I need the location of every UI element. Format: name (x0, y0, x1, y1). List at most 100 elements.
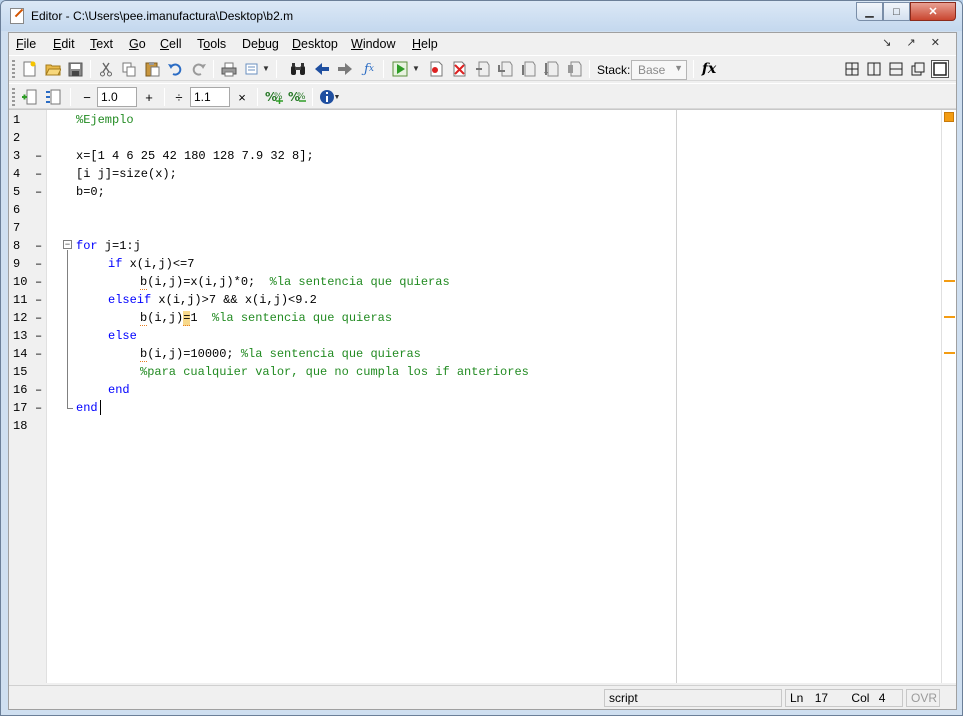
file-type-status: script (604, 689, 782, 707)
back-arrow-icon[interactable] (313, 60, 331, 78)
find-binoculars-icon[interactable] (289, 60, 307, 78)
fx-icon[interactable]: fx (698, 60, 720, 78)
divide-button[interactable]: ÷ (170, 88, 188, 106)
code-line-3[interactable]: x=[1 4 6 25 42 180 128 7.9 32 8]; (9, 147, 939, 165)
toolbar-separator (276, 60, 277, 78)
step-in-icon[interactable] (496, 60, 514, 78)
window-controls: ▁ □ ✕ (856, 2, 956, 21)
increment-button[interactable]: + (140, 88, 158, 106)
line-number-row[interactable]: 2 (9, 129, 939, 147)
warning-marker[interactable] (944, 316, 955, 318)
multiply-button[interactable]: × (233, 88, 251, 106)
save-icon[interactable] (66, 60, 84, 78)
continue-icon[interactable] (542, 60, 560, 78)
toolbar-separator (312, 88, 313, 106)
menu-debug[interactable]: Debug (242, 37, 279, 51)
exit-debug-icon[interactable] (565, 60, 583, 78)
redo-icon[interactable] (189, 60, 207, 78)
tile-grid-icon[interactable] (843, 60, 861, 78)
line-number-row[interactable]: 6 (9, 201, 939, 219)
code-line-13[interactable]: else (9, 327, 939, 345)
toolbar-separator (693, 60, 694, 78)
menu-text[interactable]: Text (90, 37, 113, 51)
toolbar-separator (257, 88, 258, 106)
menu-go[interactable]: Go (129, 37, 146, 51)
toolbar-separator (383, 60, 384, 78)
function-fx-icon[interactable]: ƒx (359, 60, 379, 78)
code-line-15[interactable]: %para cualquier valor, que no cumpla los… (9, 363, 939, 381)
cell-evaluate-icon[interactable] (44, 88, 62, 106)
dock-controls[interactable]: ↘ ↗ ✕ (882, 36, 946, 49)
code-line-1[interactable]: %Ejemplo (9, 111, 939, 129)
cut-icon[interactable] (97, 60, 115, 78)
decrement-value-input[interactable] (97, 87, 137, 107)
menu-window[interactable]: Window (351, 37, 395, 51)
split-vertical-icon[interactable] (865, 60, 883, 78)
line-number: 2 (13, 131, 21, 145)
line-number: 7 (13, 221, 21, 235)
menu-cell[interactable]: Cell (160, 37, 182, 51)
line-number-row[interactable]: 18 (9, 417, 939, 435)
menu-tools[interactable]: Tools (197, 37, 226, 51)
clear-breakpoints-icon[interactable] (450, 60, 468, 78)
cell-toolbar: − + ÷ × %% %% ▼ (9, 83, 956, 109)
toolbar-grip[interactable] (12, 88, 15, 106)
new-file-icon[interactable] (20, 60, 38, 78)
chevron-down-icon[interactable]: ▼ (411, 60, 421, 78)
toolbar-separator (70, 88, 71, 106)
undo-icon[interactable] (166, 60, 184, 78)
line-number: 6 (13, 203, 21, 217)
line-number-row[interactable]: 7 (9, 219, 939, 237)
code-line-8[interactable]: for j=1:j (9, 237, 939, 255)
menu-desktop[interactable]: Desktop (292, 37, 338, 51)
print-icon[interactable] (220, 60, 238, 78)
menu-file[interactable]: File (16, 37, 36, 51)
set-breakpoint-icon[interactable] (427, 60, 445, 78)
maximize-document-icon[interactable] (931, 60, 949, 78)
open-folder-icon[interactable] (44, 60, 62, 78)
decrement-button[interactable]: − (78, 88, 96, 106)
vertical-scrollbar[interactable] (941, 110, 956, 683)
paste-icon[interactable] (143, 60, 161, 78)
menu-help[interactable]: Help (412, 37, 438, 51)
insert-cell-divider-icon[interactable] (20, 88, 38, 106)
toolbar-grip[interactable] (12, 60, 15, 78)
code-line-11[interactable]: elseif x(i,j)>7 && x(i,j)<9.2 (9, 291, 939, 309)
line-number: 18 (13, 419, 28, 433)
step-icon[interactable] (473, 60, 491, 78)
float-document-icon[interactable] (909, 60, 927, 78)
code-line-4[interactable]: [i j]=size(x); (9, 165, 939, 183)
maximize-button[interactable]: □ (883, 2, 910, 21)
code-line-5[interactable]: b=0; (9, 183, 939, 201)
toolbar-separator (589, 60, 590, 78)
split-horizontal-icon[interactable] (887, 60, 905, 78)
minimize-button[interactable]: ▁ (856, 2, 883, 21)
warning-status-icon[interactable] (944, 112, 954, 122)
editor-app-icon (10, 8, 24, 24)
stack-select[interactable]: Base ▼ (631, 60, 687, 80)
code-line-16[interactable]: end (9, 381, 939, 399)
close-button[interactable]: ✕ (910, 2, 956, 21)
comment-percent-icon[interactable]: %% (264, 88, 284, 106)
code-editor[interactable]: 1 2 3–4–5–6 7 8–9–10–11–12–13–14–15 16–17–18 … (9, 109, 956, 683)
step-out-icon[interactable] (519, 60, 537, 78)
run-icon[interactable] (391, 60, 409, 78)
cursor-position-status: Ln 17 Col 4 (785, 689, 903, 707)
chevron-down-icon[interactable]: ▼ (333, 88, 341, 106)
copy-icon[interactable] (120, 60, 138, 78)
code-line-9[interactable]: if x(i,j)<=7 (9, 255, 939, 273)
forward-arrow-icon[interactable] (336, 60, 354, 78)
uncomment-percent-icon[interactable]: %% (287, 88, 307, 106)
code-line-17[interactable]: end (9, 399, 939, 417)
chevron-down-icon[interactable]: ▼ (261, 60, 271, 78)
divide-value-input[interactable] (190, 87, 230, 107)
toolbar-separator (164, 88, 165, 106)
code-line-12[interactable]: b(i,j)=1 %la sentencia que quieras (9, 309, 939, 327)
title-bar: Editor - C:\Users\pee.imanufactura\Deskt… (1, 1, 962, 31)
warning-marker[interactable] (944, 352, 955, 354)
code-line-10[interactable]: b(i,j)=x(i,j)*0; %la sentencia que quier… (9, 273, 939, 291)
warning-marker[interactable] (944, 280, 955, 282)
page-setup-icon[interactable] (243, 60, 261, 78)
menu-edit[interactable]: Edit (53, 37, 75, 51)
code-line-14[interactable]: b(i,j)=10000; %la sentencia que quieras (9, 345, 939, 363)
